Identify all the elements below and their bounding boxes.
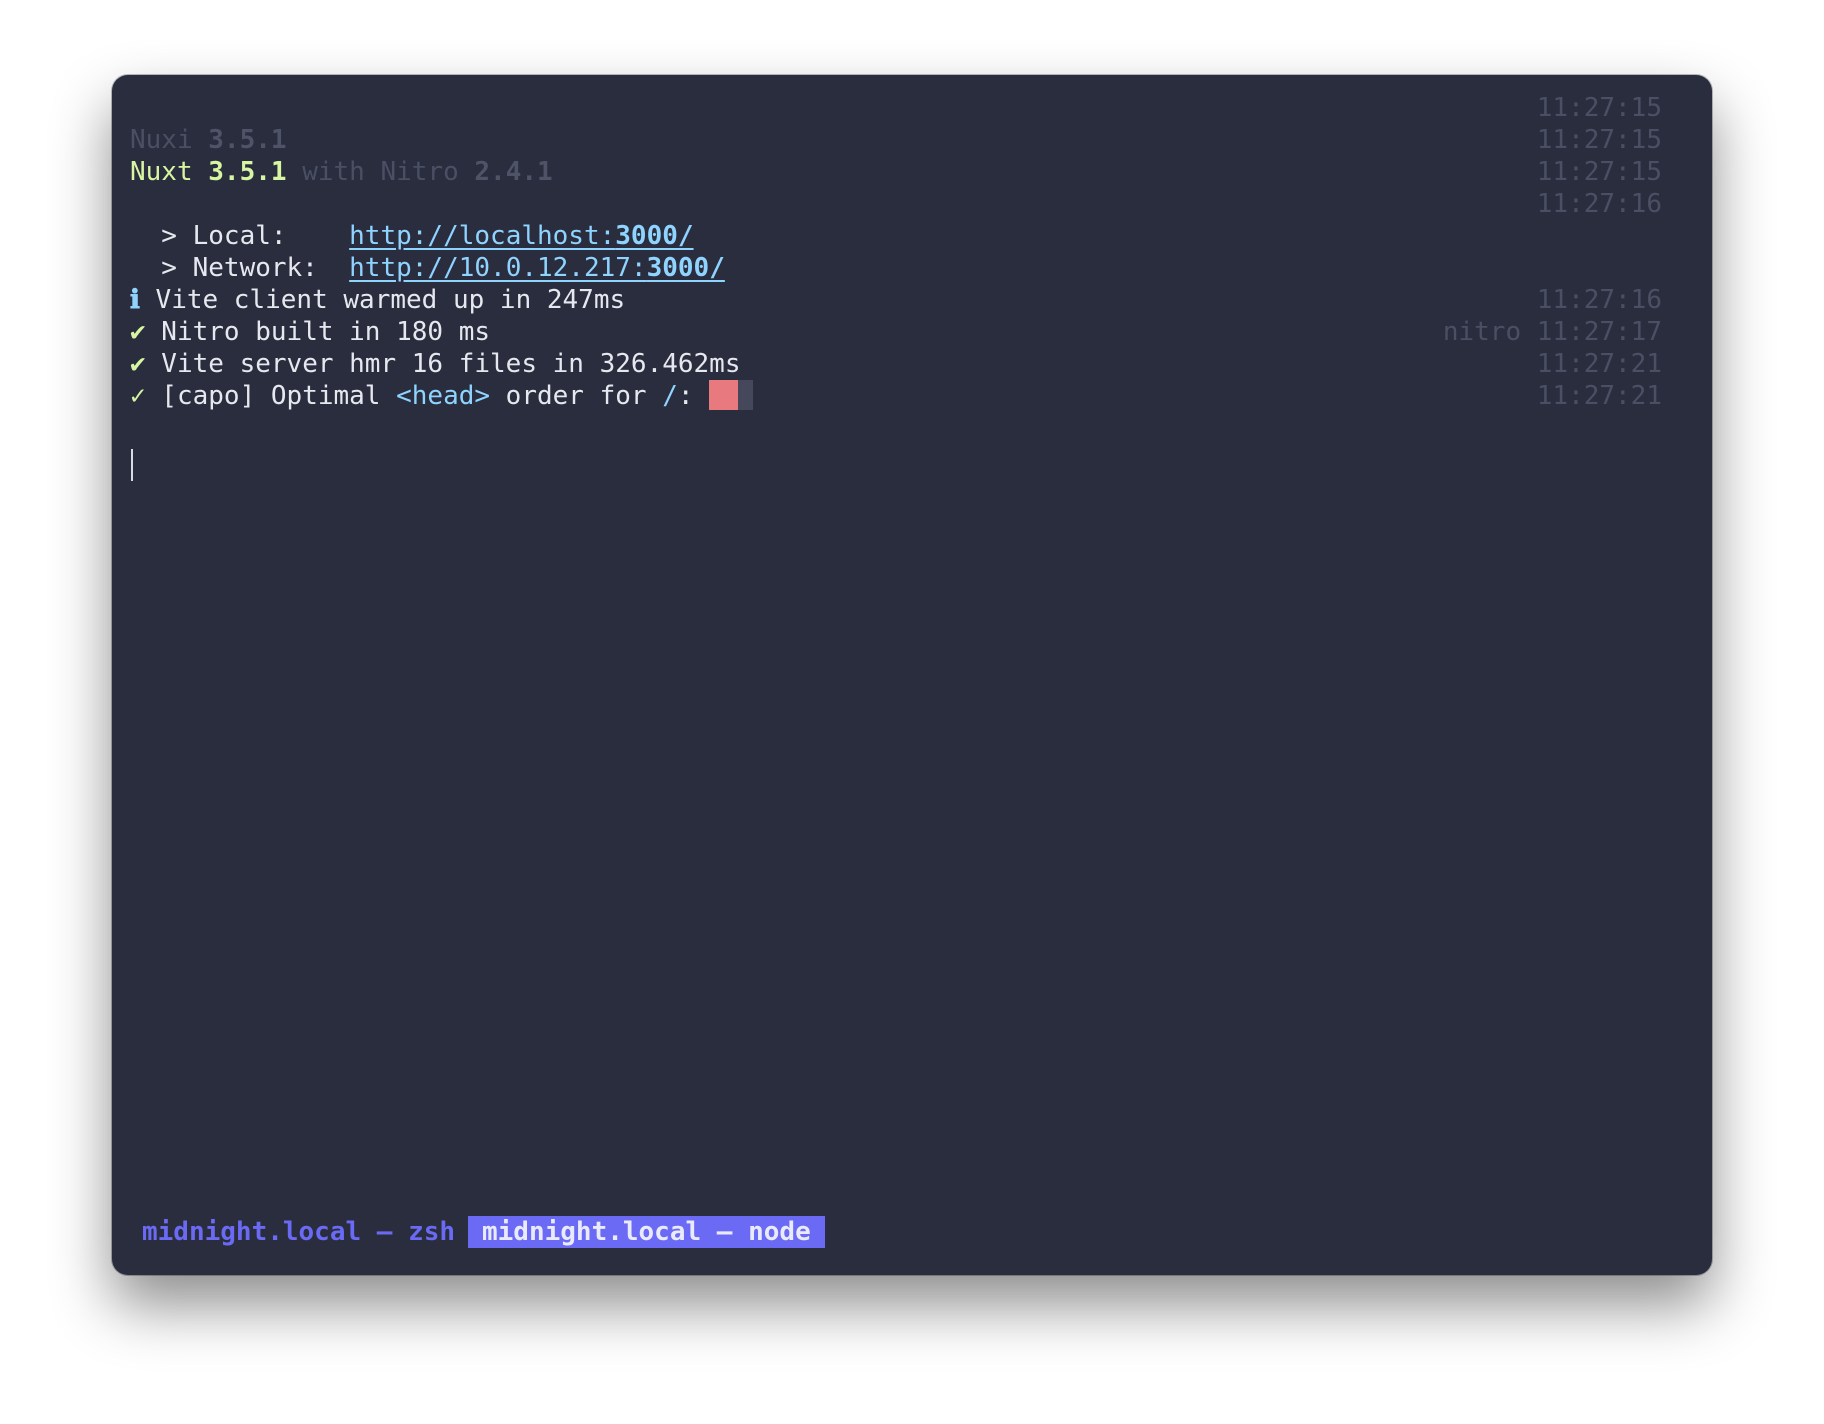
timestamp: 11:27:16 xyxy=(1536,285,1662,315)
capo-progress-fill xyxy=(709,380,738,410)
local-url-line: > Local: http://localhost:3000/ xyxy=(130,220,693,252)
network-url-line: > Network: http://10.0.12.217:3000/ xyxy=(130,252,725,284)
timestamp: 11:27:15 xyxy=(1536,125,1662,155)
route-path: / xyxy=(662,381,678,411)
nuxi-banner: Nuxi 3.5.1 xyxy=(130,125,287,155)
info-icon: ℹ xyxy=(130,285,140,315)
check-icon: ✓ xyxy=(130,381,146,411)
timestamp: 11:27:15 xyxy=(1536,93,1662,123)
nuxt-banner: Nuxt 3.5.1 with Nitro 2.4.1 xyxy=(130,157,553,187)
capo-progress-bar xyxy=(709,380,754,410)
check-icon: ✔ xyxy=(130,317,146,347)
local-url[interactable]: http://localhost:3000/ xyxy=(349,221,693,251)
log-tag: nitro xyxy=(1442,317,1522,347)
network-url[interactable]: http://10.0.12.217:3000/ xyxy=(349,253,725,283)
timestamp-with-tag: nitro 11:27:17 xyxy=(1443,316,1662,348)
tab-zsh[interactable]: midnight.local — zsh xyxy=(130,1216,467,1248)
local-label: > Local: xyxy=(130,221,350,251)
timestamp: 11:27:15 xyxy=(1536,157,1662,187)
check-icon: ✔ xyxy=(130,349,146,379)
timestamp: 11:27:16 xyxy=(1536,189,1662,219)
capo-log-line: ✓ [capo] Optimal <head> order for /: xyxy=(130,380,754,412)
log-line: ✔ Vite server hmr 16 files in 326.462ms xyxy=(130,349,741,379)
timestamp: 11:27:17 xyxy=(1536,317,1662,347)
terminal-window[interactable]: 11:27:15 11:27:15 11:27:15 11:27:16 11:2… xyxy=(112,75,1712,1275)
text-cursor[interactable] xyxy=(131,449,133,481)
log-line: ✔ Nitro built in 180 ms xyxy=(130,317,491,347)
timestamp: 11:27:21 xyxy=(1536,381,1662,411)
timestamp: 11:27:21 xyxy=(1536,349,1662,379)
network-label: > Network: xyxy=(130,253,350,283)
head-tag: <head> xyxy=(396,381,491,411)
log-line: ℹ Vite client warmed up in 247ms xyxy=(130,285,626,315)
tab-node[interactable]: midnight.local — node xyxy=(468,1216,825,1248)
